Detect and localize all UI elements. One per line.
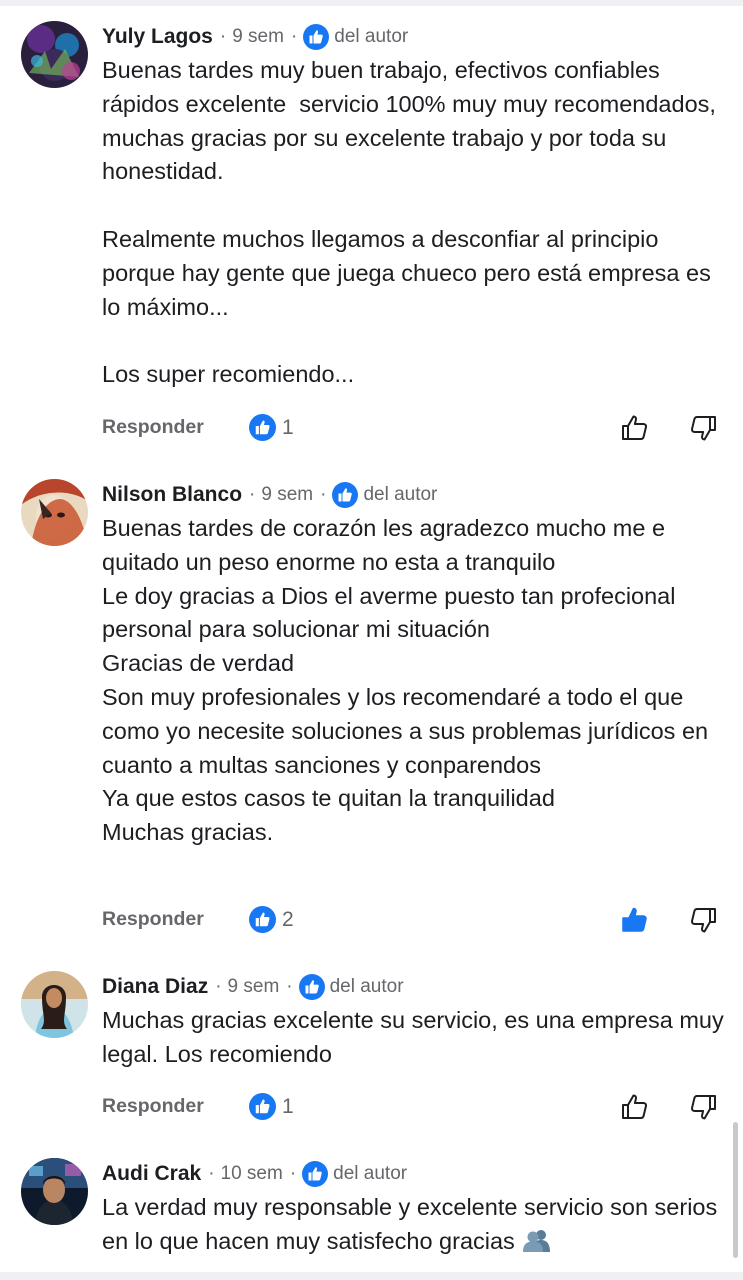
scrollbar[interactable] <box>733 1122 738 1258</box>
thumbs-up-circle-icon <box>302 1161 329 1187</box>
thumbs-up-filled-icon <box>622 907 647 932</box>
comment-actions: Responder 1 <box>102 412 722 446</box>
dislike-button[interactable] <box>687 904 719 936</box>
comment-time[interactable]: 9 sem <box>228 976 280 998</box>
thumbs-down-outline-icon <box>690 908 716 933</box>
dislike-button[interactable] <box>687 1091 719 1123</box>
comment-text: Buenas tardes de corazón les agradezco m… <box>102 515 709 846</box>
author-liked-badge: del autor <box>363 484 438 505</box>
avatar[interactable] <box>21 1158 88 1225</box>
thumbs-down-outline-icon <box>690 416 716 441</box>
dislike-button[interactable] <box>687 412 719 444</box>
thumbs-up-circle-icon <box>298 974 325 1000</box>
comment-header: Nilson Blanco · 9 sem · del autor <box>102 479 437 511</box>
reaction-summary[interactable]: 2 <box>249 906 294 933</box>
thumbs-up-circle-icon <box>332 482 359 508</box>
like-reaction-icon <box>249 1093 276 1120</box>
author-name[interactable]: Diana Diaz <box>102 975 208 999</box>
comment-header: Audi Crak · 10 sem · del autor <box>102 1158 407 1190</box>
comment-text: La verdad muy responsable y excelente se… <box>102 1191 732 1259</box>
author-liked-badge: del autor <box>334 26 409 47</box>
like-button[interactable] <box>619 412 651 444</box>
comment-time[interactable]: 9 sem <box>261 484 313 506</box>
comment-text-content: La verdad muy responsable y excelente se… <box>102 1194 724 1254</box>
author-name[interactable]: Nilson Blanco <box>102 483 242 507</box>
comment-header: Yuly Lagos · 9 sem · del autor <box>102 21 408 53</box>
separator-dot: · <box>289 1163 297 1184</box>
like-count: 1 <box>282 1094 294 1118</box>
like-button[interactable] <box>619 904 651 936</box>
separator-dot: · <box>208 1163 215 1184</box>
avatar[interactable] <box>21 479 88 546</box>
separator-dot: · <box>290 26 298 47</box>
author-liked-badge: del autor <box>329 976 404 997</box>
like-reaction-icon <box>249 906 276 933</box>
reaction-summary[interactable]: 1 <box>249 1093 294 1120</box>
reply-button[interactable]: Responder <box>102 1095 204 1118</box>
reaction-summary[interactable]: 1 <box>249 414 294 441</box>
top-divider <box>0 0 743 6</box>
separator-dot: · <box>215 976 222 997</box>
thumbs-up-outline-icon <box>622 415 648 440</box>
thumbs-up-outline-icon <box>622 1094 648 1119</box>
like-reaction-icon <box>249 414 276 441</box>
avatar[interactable] <box>21 21 88 88</box>
bottom-divider <box>0 1272 743 1280</box>
separator-dot: · <box>320 484 327 505</box>
comment-time[interactable]: 9 sem <box>232 26 284 48</box>
like-count: 1 <box>282 415 294 439</box>
reply-button[interactable]: Responder <box>102 416 204 439</box>
comment-text: Muchas gracias excelente su servicio, es… <box>102 1007 731 1067</box>
comment-header: Diana Diaz · 9 sem · del autor <box>102 971 404 1003</box>
author-name[interactable]: Audi Crak <box>102 1162 201 1186</box>
reply-button[interactable]: Responder <box>102 908 204 931</box>
separator-dot: · <box>249 484 256 505</box>
comment-text: Buenas tardes muy buen trabajo, efectivo… <box>102 57 716 388</box>
avatar[interactable] <box>21 971 88 1038</box>
separator-dot: · <box>219 26 227 47</box>
like-count: 2 <box>282 907 294 931</box>
author-name[interactable]: Yuly Lagos <box>102 25 213 49</box>
author-liked-badge: del autor <box>333 1163 408 1184</box>
comment-time[interactable]: 10 sem <box>221 1163 283 1185</box>
comment-actions: Responder 1 <box>102 1091 722 1125</box>
thumbs-down-outline-icon <box>690 1095 716 1120</box>
comment-actions: Responder 2 <box>102 904 722 938</box>
thumbs-up-circle-icon <box>303 24 330 50</box>
separator-dot: · <box>286 976 293 997</box>
busts-in-silhouette-icon <box>521 1228 553 1252</box>
like-button[interactable] <box>619 1091 651 1123</box>
